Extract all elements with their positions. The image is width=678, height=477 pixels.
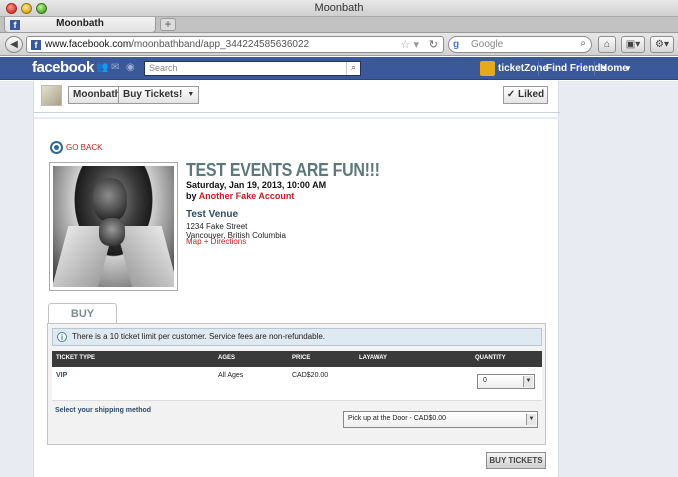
buy-tickets-tab-label: Buy Tickets! [123, 89, 183, 100]
column-ticket-type: TICKET TYPE [56, 355, 96, 361]
facebook-header: facebook 👥 ✉ ◉ Search ⌕ ticketZone Find … [0, 57, 678, 80]
ticket-price: CAD$20.00 [292, 372, 329, 379]
search-engine-placeholder: Google [471, 39, 504, 50]
column-price: PRICE [292, 355, 311, 361]
column-layaway: LAYAWAY [359, 355, 388, 361]
window-titlebar: Moonbath [0, 0, 678, 17]
check-icon: ✓ [506, 89, 516, 100]
facebook-logo[interactable]: facebook [32, 59, 94, 76]
account-menu-icon[interactable]: ▼ [624, 64, 632, 73]
friend-requests-icon[interactable]: 👥 [96, 62, 108, 73]
navigation-toolbar: ◀ f www.facebook.com/moonbathband/app_34… [0, 33, 678, 56]
page-avatar[interactable] [41, 85, 62, 106]
ticket-limit-notice: i There is a 10 ticket limit per custome… [52, 328, 542, 346]
venue-name[interactable]: Test Venue [186, 209, 238, 220]
back-circle-icon [50, 141, 63, 154]
bookmark-star-icon[interactable]: ☆ ▾ [401, 38, 419, 51]
map-directions-link[interactable]: Map + Directions [186, 237, 246, 246]
search-icon[interactable]: ⌕ [580, 38, 586, 49]
quantity-value: 0 [483, 377, 487, 384]
shipping-method-value: Pick up at the Door - CAD$0.00 [348, 415, 447, 422]
organizer-prefix: by [186, 191, 197, 201]
chevron-down-icon: ▼ [523, 376, 533, 387]
ticket-table-header: TICKET TYPE AGES PRICE LAYAWAY QUANTITY [52, 351, 542, 367]
back-button[interactable]: ◀ [5, 36, 23, 53]
facebook-search-input[interactable]: Search ⌕ [144, 61, 361, 76]
buy-tickets-button[interactable]: BUY TICKETS [486, 452, 546, 469]
shipping-method-label: Select your shipping method [55, 407, 152, 414]
shipping-method-select[interactable]: Pick up at the Door - CAD$0.00 ▼ [343, 411, 538, 428]
facebook-search-placeholder: Search [149, 63, 178, 73]
ticketzone-app-icon[interactable] [480, 61, 495, 76]
liked-button[interactable]: ✓ Liked [503, 86, 548, 104]
buy-tickets-tab-button[interactable]: Buy Tickets! ▼ [118, 86, 200, 104]
photo-shape [93, 178, 127, 222]
column-ages: AGES [218, 355, 236, 361]
event-title: TEST EVENTS ARE FUN!!! [186, 161, 380, 181]
event-photo-image [53, 166, 174, 287]
address-bar[interactable]: f www.facebook.com/moonbathband/app_3442… [26, 36, 444, 53]
event-organizer: by Another Fake Account [186, 191, 294, 201]
tools-button[interactable]: ⚙▾ [650, 36, 674, 53]
search-engine-bar[interactable]: g Google ⌕ [448, 36, 592, 53]
tab-label: Moonbath [56, 18, 104, 29]
event-photo [49, 162, 178, 291]
nav-divider [594, 61, 595, 76]
bookmarks-button[interactable]: ▣▾ [621, 36, 645, 53]
page-canvas: Moonbath Buy Tickets! ▼ ✓ Liked GO BACK [0, 81, 678, 477]
shipping-row: Select your shipping method Pick up at t… [52, 403, 542, 437]
messages-icon[interactable]: ✉ [111, 62, 122, 73]
quantity-select[interactable]: 0 ▼ [477, 374, 535, 389]
reload-icon[interactable]: ↻ [429, 38, 438, 51]
column-quantity: QUANTITY [475, 355, 506, 361]
organizer-link[interactable]: Another Fake Account [199, 191, 295, 201]
go-back-label: GO BACK [66, 143, 103, 152]
photo-shape [99, 218, 125, 246]
chevron-down-icon: ▼ [526, 414, 536, 425]
liked-label: Liked [518, 89, 545, 100]
ticket-type-vip[interactable]: VIP [56, 372, 67, 379]
notifications-icon[interactable]: ◉ [126, 62, 137, 73]
search-icon[interactable]: ⌕ [346, 62, 360, 75]
tab-moonbath[interactable]: f Moonbath [4, 17, 156, 33]
new-tab-button[interactable]: + [160, 18, 176, 31]
tab-strip: f Moonbath + [0, 17, 678, 33]
nav-divider [538, 61, 539, 76]
ticket-ages: All Ages [218, 372, 244, 379]
venue-street: 1234 Fake Street [186, 222, 248, 231]
info-icon: i [57, 332, 67, 342]
home-button[interactable]: ⌂ [598, 36, 616, 53]
google-icon: g [453, 39, 460, 50]
buy-tickets-panel: i There is a 10 ticket limit per custome… [47, 323, 546, 445]
event-date: Saturday, Jan 19, 2013, 10:00 AM [186, 180, 327, 190]
buy-tickets-section-tab: BUY TICKETS [48, 303, 117, 340]
find-friends-link[interactable]: Find Friends [546, 63, 606, 74]
main-column: Moonbath Buy Tickets! ▼ ✓ Liked GO BACK [33, 81, 560, 477]
ticketzone-link[interactable]: ticketZone [498, 63, 548, 74]
chevron-down-icon: ▼ [187, 91, 195, 98]
table-row: VIP All Ages CAD$20.00 0 ▼ [52, 367, 542, 401]
facebook-favicon-icon: f [31, 40, 41, 50]
url-text: www.facebook.com/moonbathband/app_344224… [45, 39, 310, 50]
event-content: GO BACK TEST EVENTS ARE FUN!!! Saturday,… [34, 117, 560, 477]
app-page-bar: Moonbath Buy Tickets! ▼ ✓ Liked [34, 81, 560, 113]
notice-text: There is a 10 ticket limit per customer.… [72, 332, 326, 341]
window-title: Moonbath [314, 2, 364, 14]
